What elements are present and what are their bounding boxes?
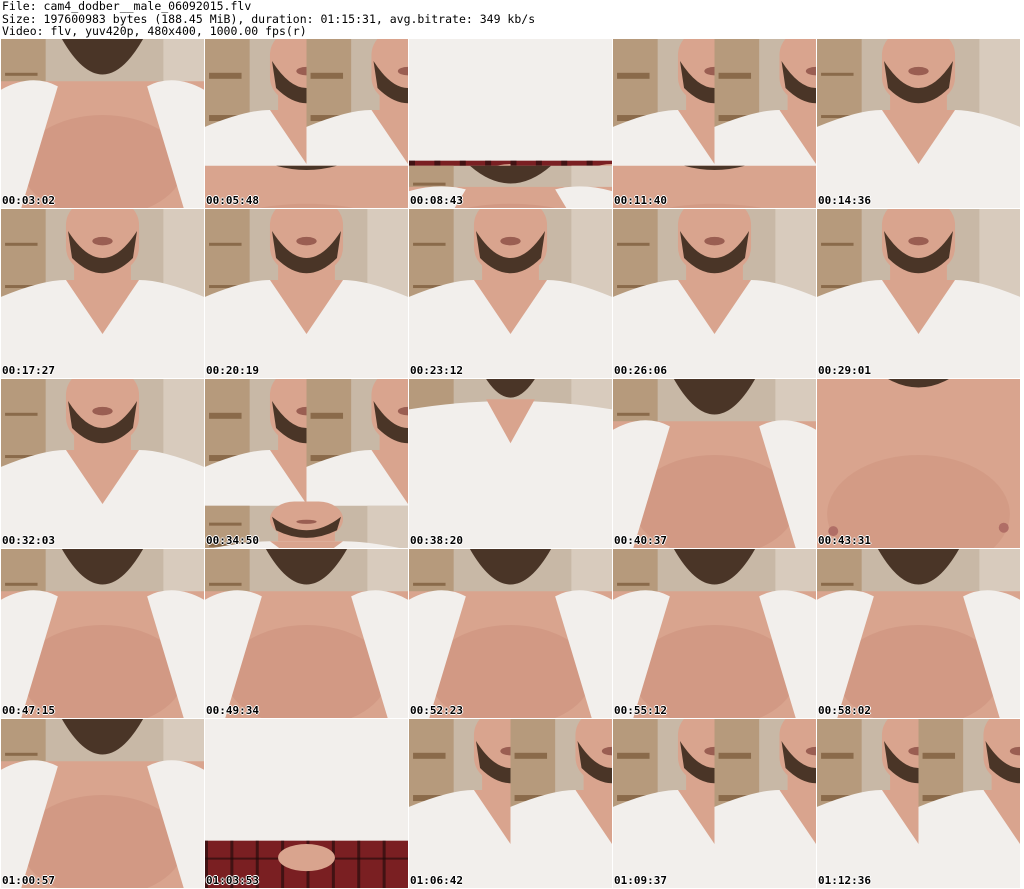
thumbnail-frame-image [613,209,816,378]
thumbnail-frame-image [1,549,204,718]
thumbnail-frame-image [205,39,408,208]
thumbnail-tile: 00:23:12 [409,209,612,378]
thumbnail-timestamp: 00:17:27 [2,364,55,377]
thumbnail-timestamp: 00:52:23 [410,704,463,717]
file-name-line: File: cam4_dodber__male_06092015.flv [2,0,252,13]
thumbnail-frame-image [205,549,408,718]
thumbnail-timestamp: 00:38:20 [410,534,463,547]
thumbnail-frame-image [817,39,1020,208]
thumbnail-timestamp: 00:14:36 [818,194,871,207]
thumbnail-timestamp: 00:26:06 [614,364,667,377]
info-header: File: cam4_dodber__male_06092015.flv Siz… [2,0,1022,38]
thumbnail-frame-image [409,719,612,888]
thumbnail-timestamp: 01:06:42 [410,874,463,887]
thumbnail-timestamp: 00:03:02 [2,194,55,207]
thumbnail-tile: 00:11:40 [613,39,816,208]
thumbnail-timestamp: 00:49:34 [206,704,259,717]
thumbnail-timestamp: 00:29:01 [818,364,871,377]
thumbnail-timestamp: 01:00:57 [2,874,55,887]
thumbnail-timestamp: 00:20:19 [206,364,259,377]
video-info-line: Video: flv, yuv420p, 480x400, 1000.00 fp… [2,24,307,38]
thumbnail-timestamp: 01:09:37 [614,874,667,887]
thumbnail-timestamp: 00:58:02 [818,704,871,717]
thumbnail-tile: 00:20:19 [205,209,408,378]
thumbnail-tile: 00:03:02 [1,39,204,208]
thumbnail-timestamp: 00:43:31 [818,534,871,547]
thumbnail-tile: 01:09:37 [613,719,816,888]
thumbnail-frame-image [409,379,612,548]
thumbnail-tile: 00:34:50 [205,379,408,548]
thumbnail-tile: 01:06:42 [409,719,612,888]
thumbnail-tile: 00:08:43 [409,39,612,208]
thumbnail-tile: 00:43:31 [817,379,1020,548]
thumbnail-tile: 00:26:06 [613,209,816,378]
thumbnail-tile: 00:52:23 [409,549,612,718]
thumbnail-frame-image [1,209,204,378]
thumbnail-frame-image [817,209,1020,378]
thumbnail-frame-image [817,379,1020,548]
thumbnail-tile: 00:32:03 [1,379,204,548]
thumbnail-timestamp: 00:34:50 [206,534,259,547]
thumbnail-tile: 00:40:37 [613,379,816,548]
thumbnail-frame-image [409,549,612,718]
thumbnail-tile: 00:38:20 [409,379,612,548]
thumbnail-frame-image [613,379,816,548]
thumbnail-frame-image [205,209,408,378]
thumbnail-frame-image [817,719,1020,888]
thumbnail-frame-image [613,719,816,888]
thumbnail-frame-image [613,39,816,208]
thumbnail-timestamp: 00:40:37 [614,534,667,547]
thumbnail-frame-image [613,549,816,718]
thumbnail-grid: 00:03:02 00:05:48 00:08:43 00:11:40 00:1… [1,39,1023,889]
thumbnail-tile: 00:29:01 [817,209,1020,378]
thumbnail-frame-image [1,39,204,208]
thumbnail-timestamp: 00:08:43 [410,194,463,207]
thumbnail-timestamp: 00:55:12 [614,704,667,717]
thumbnail-frame-image [205,719,408,888]
thumbnail-tile: 00:05:48 [205,39,408,208]
thumbnail-timestamp: 01:03:53 [206,874,259,887]
thumbnail-tile: 00:58:02 [817,549,1020,718]
thumbnail-frame-image [1,719,204,888]
thumbnail-tile: 01:03:53 [205,719,408,888]
thumbnail-tile: 00:55:12 [613,549,816,718]
thumbnail-tile: 00:14:36 [817,39,1020,208]
thumbnail-timestamp: 00:32:03 [2,534,55,547]
thumbnail-timestamp: 00:23:12 [410,364,463,377]
thumbnail-timestamp: 00:05:48 [206,194,259,207]
thumbnail-tile: 00:49:34 [205,549,408,718]
thumbnail-frame-image [1,379,204,548]
thumbnail-tile: 00:17:27 [1,209,204,378]
thumbnail-timestamp: 00:47:15 [2,704,55,717]
thumbnail-frame-image [409,39,612,208]
thumbnail-frame-image [205,379,408,548]
thumbnail-tile: 01:00:57 [1,719,204,888]
thumbnail-timestamp: 01:12:36 [818,874,871,887]
thumbnail-frame-image [817,549,1020,718]
thumbnail-timestamp: 00:11:40 [614,194,667,207]
thumbnail-tile: 00:47:15 [1,549,204,718]
thumbnail-tile: 01:12:36 [817,719,1020,888]
thumbnail-frame-image [409,209,612,378]
